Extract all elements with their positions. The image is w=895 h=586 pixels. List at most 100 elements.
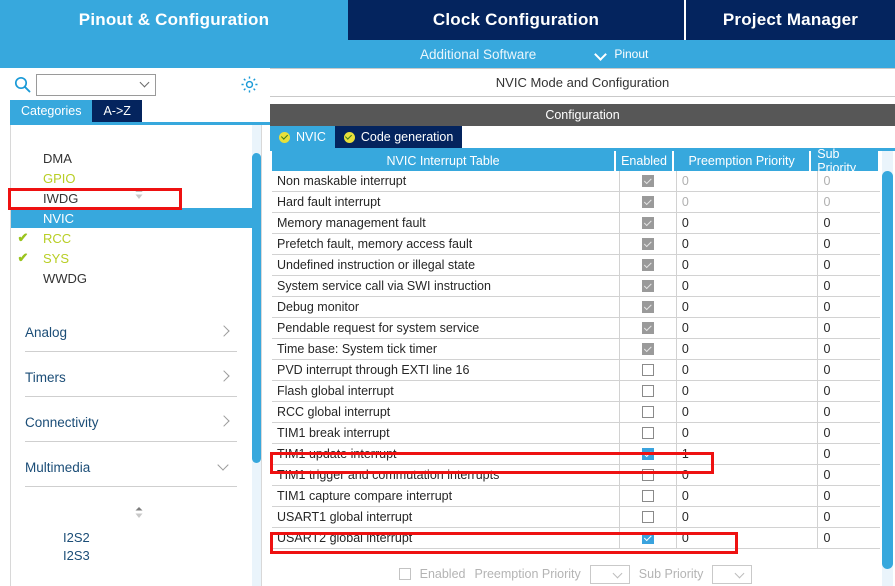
preemption-priority-cell[interactable]: 0 <box>677 297 819 317</box>
tab-categories[interactable]: Categories <box>10 100 93 122</box>
enabled-cell[interactable] <box>620 297 677 317</box>
enabled-cell[interactable] <box>620 381 677 401</box>
table-row[interactable]: USART1 global interrupt 0 0 <box>272 507 880 528</box>
sidebar-item-iwdg[interactable]: IWDG <box>11 188 261 208</box>
chevron-down-icon[interactable] <box>140 79 151 90</box>
enabled-cell[interactable] <box>620 255 677 275</box>
column-header-interrupt-table[interactable]: NVIC Interrupt Table <box>272 151 615 171</box>
sidebar-item-i2s3[interactable]: I2S3 <box>63 546 90 564</box>
sidebar-item-rcc[interactable]: ✔ RCC <box>11 228 261 248</box>
preemption-priority-cell[interactable]: 0 <box>677 423 819 443</box>
sub-priority-cell[interactable]: 0 <box>818 360 880 380</box>
preemption-priority-cell[interactable]: 0 <box>677 192 819 212</box>
preemption-priority-cell[interactable]: 0 <box>677 234 819 254</box>
enabled-cell[interactable] <box>620 507 677 527</box>
table-row[interactable]: Hard fault interrupt 0 0 <box>272 192 880 213</box>
enabled-checkbox[interactable] <box>642 469 655 481</box>
enabled-checkbox[interactable] <box>642 448 655 460</box>
sub-priority-cell[interactable]: 0 <box>818 171 880 191</box>
enabled-checkbox[interactable] <box>642 532 655 544</box>
enabled-cell[interactable] <box>620 465 677 485</box>
table-row[interactable]: USART2 global interrupt 0 0 <box>272 528 880 549</box>
enabled-checkbox[interactable] <box>642 427 655 439</box>
preemption-priority-select[interactable] <box>589 564 630 584</box>
table-row[interactable]: TIM1 update interrupt 1 0 <box>272 444 880 465</box>
sub-priority-cell[interactable]: 0 <box>818 297 880 317</box>
enabled-checkbox[interactable] <box>642 511 655 523</box>
sub-priority-cell[interactable]: 0 <box>818 486 880 506</box>
sidebar-item-dma[interactable]: DMA <box>11 148 261 168</box>
gear-icon[interactable] <box>240 75 259 94</box>
sub-priority-cell[interactable]: 0 <box>818 339 880 359</box>
enabled-cell[interactable] <box>620 276 677 296</box>
sub-priority-cell[interactable]: 0 <box>818 465 880 485</box>
tab-project-manager[interactable]: Project Manager <box>686 0 895 40</box>
sub-priority-select[interactable] <box>712 564 753 584</box>
table-row[interactable]: TIM1 trigger and commutation interrupts 0… <box>272 465 880 486</box>
enabled-cell[interactable] <box>620 213 677 233</box>
enabled-cell[interactable] <box>620 402 677 422</box>
table-row[interactable]: Non maskable interrupt 0 0 <box>272 171 880 192</box>
sub-priority-cell[interactable]: 0 <box>818 318 880 338</box>
tab-a-to-z[interactable]: A->Z <box>92 100 142 122</box>
table-row[interactable]: System service call via SWI instruction 0… <box>272 276 880 297</box>
preemption-priority-cell[interactable]: 0 <box>677 171 819 191</box>
enabled-cell[interactable] <box>620 339 677 359</box>
sidebar-item-sys[interactable]: ✔ SYS <box>11 248 261 268</box>
preemption-priority-cell[interactable]: 0 <box>677 255 819 275</box>
column-header-sub-priority[interactable]: Sub Priority <box>811 147 878 175</box>
sidebar-group-analog[interactable]: Analog <box>25 313 237 352</box>
table-scrollbar-thumb[interactable] <box>882 171 893 569</box>
table-row[interactable]: RCC global interrupt 0 0 <box>272 402 880 423</box>
enabled-cell[interactable] <box>620 444 677 464</box>
table-row[interactable]: Flash global interrupt 0 0 <box>272 381 880 402</box>
enabled-checkbox[interactable] <box>642 406 655 418</box>
preemption-priority-cell[interactable]: 0 <box>677 276 819 296</box>
tab-code-generation[interactable]: Code generation <box>334 126 463 148</box>
table-row[interactable]: Prefetch fault, memory access fault 0 0 <box>272 234 880 255</box>
preemption-priority-cell[interactable]: 0 <box>677 486 819 506</box>
sidebar-group-connectivity[interactable]: Connectivity <box>25 403 237 442</box>
tab-pinout-and-configuration[interactable]: Pinout & Configuration <box>0 0 348 40</box>
sub-priority-cell[interactable]: 0 <box>818 444 880 464</box>
enabled-cell[interactable] <box>620 423 677 443</box>
sub-priority-cell[interactable]: 0 <box>818 402 880 422</box>
preemption-priority-cell[interactable]: 0 <box>677 213 819 233</box>
tab-nvic[interactable]: NVIC <box>270 126 335 148</box>
table-row[interactable]: Time base: System tick timer 0 0 <box>272 339 880 360</box>
sub-priority-cell[interactable]: 0 <box>818 507 880 527</box>
search-combobox[interactable] <box>36 74 156 96</box>
sub-item-additional-software[interactable]: Additional Software <box>420 47 536 62</box>
sub-priority-cell[interactable]: 0 <box>818 528 880 548</box>
preemption-priority-cell[interactable]: 0 <box>677 507 819 527</box>
sidebar-item-nvic[interactable]: NVIC <box>11 208 261 228</box>
sidebar-item-i2s2[interactable]: I2S2 <box>63 528 90 546</box>
search-input[interactable] <box>37 75 134 95</box>
table-row[interactable]: TIM1 break interrupt 0 0 <box>272 423 880 444</box>
table-row[interactable]: Debug monitor 0 0 <box>272 297 880 318</box>
sub-priority-cell[interactable]: 0 <box>818 255 880 275</box>
sub-priority-cell[interactable]: 0 <box>818 234 880 254</box>
enabled-cell[interactable] <box>620 528 677 548</box>
tab-clock-configuration[interactable]: Clock Configuration <box>348 0 686 40</box>
table-row[interactable]: PVD interrupt through EXTI line 16 0 0 <box>272 360 880 381</box>
scroll-spinner-icon[interactable] <box>133 507 145 518</box>
enabled-cell[interactable] <box>620 171 677 191</box>
sub-priority-cell[interactable]: 0 <box>818 192 880 212</box>
sub-priority-cell[interactable]: 0 <box>818 276 880 296</box>
preemption-priority-cell[interactable]: 0 <box>677 402 819 422</box>
preemption-priority-cell[interactable]: 0 <box>677 339 819 359</box>
preemption-priority-cell[interactable]: 0 <box>677 465 819 485</box>
enabled-cell[interactable] <box>620 486 677 506</box>
preemption-priority-cell[interactable]: 0 <box>677 318 819 338</box>
table-row[interactable]: Undefined instruction or illegal state 0 0 <box>272 255 880 276</box>
enabled-checkbox[interactable] <box>398 568 411 580</box>
enabled-cell[interactable] <box>620 234 677 254</box>
column-header-enabled[interactable]: Enabled <box>616 151 672 171</box>
sidebar-item-gpio[interactable]: GPIO <box>11 168 261 188</box>
sidebar-group-multimedia[interactable]: Multimedia <box>25 448 237 487</box>
sub-priority-cell[interactable]: 0 <box>818 423 880 443</box>
preemption-priority-cell[interactable]: 0 <box>677 360 819 380</box>
enabled-checkbox[interactable] <box>642 364 655 376</box>
sub-item-pinout[interactable]: Pinout <box>596 47 648 61</box>
